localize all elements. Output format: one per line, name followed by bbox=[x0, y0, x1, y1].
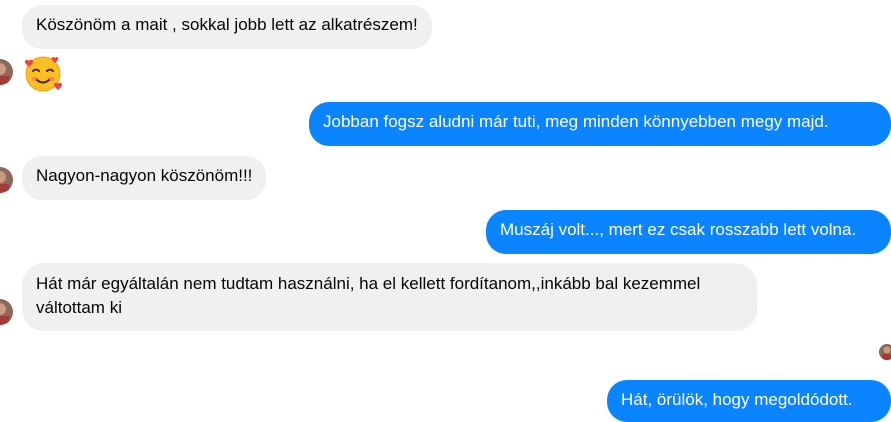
contact-avatar[interactable] bbox=[0, 59, 13, 85]
outgoing-message[interactable]: Hát, örülök, hogy megoldódott. bbox=[607, 380, 891, 422]
contact-avatar[interactable] bbox=[0, 299, 13, 325]
read-receipt-avatar bbox=[879, 344, 891, 360]
incoming-message[interactable]: Köszönöm a mait , sokkal jobb lett az al… bbox=[22, 5, 432, 49]
smiling-face-with-hearts-icon[interactable] bbox=[22, 52, 64, 94]
outgoing-message[interactable]: Jobban fogsz aludni már tuti, meg minden… bbox=[309, 102, 891, 146]
contact-avatar[interactable] bbox=[0, 167, 13, 193]
outgoing-message[interactable]: Muszáj volt..., mert ez csak rosszabb le… bbox=[486, 210, 891, 254]
incoming-message[interactable]: Hát már egyáltalán nem tudtam használni,… bbox=[22, 263, 757, 331]
chat-thread: Köszönöm a mait , sokkal jobb lett az al… bbox=[0, 0, 891, 422]
incoming-message[interactable]: Nagyon-nagyon köszönöm!!! bbox=[22, 156, 267, 200]
